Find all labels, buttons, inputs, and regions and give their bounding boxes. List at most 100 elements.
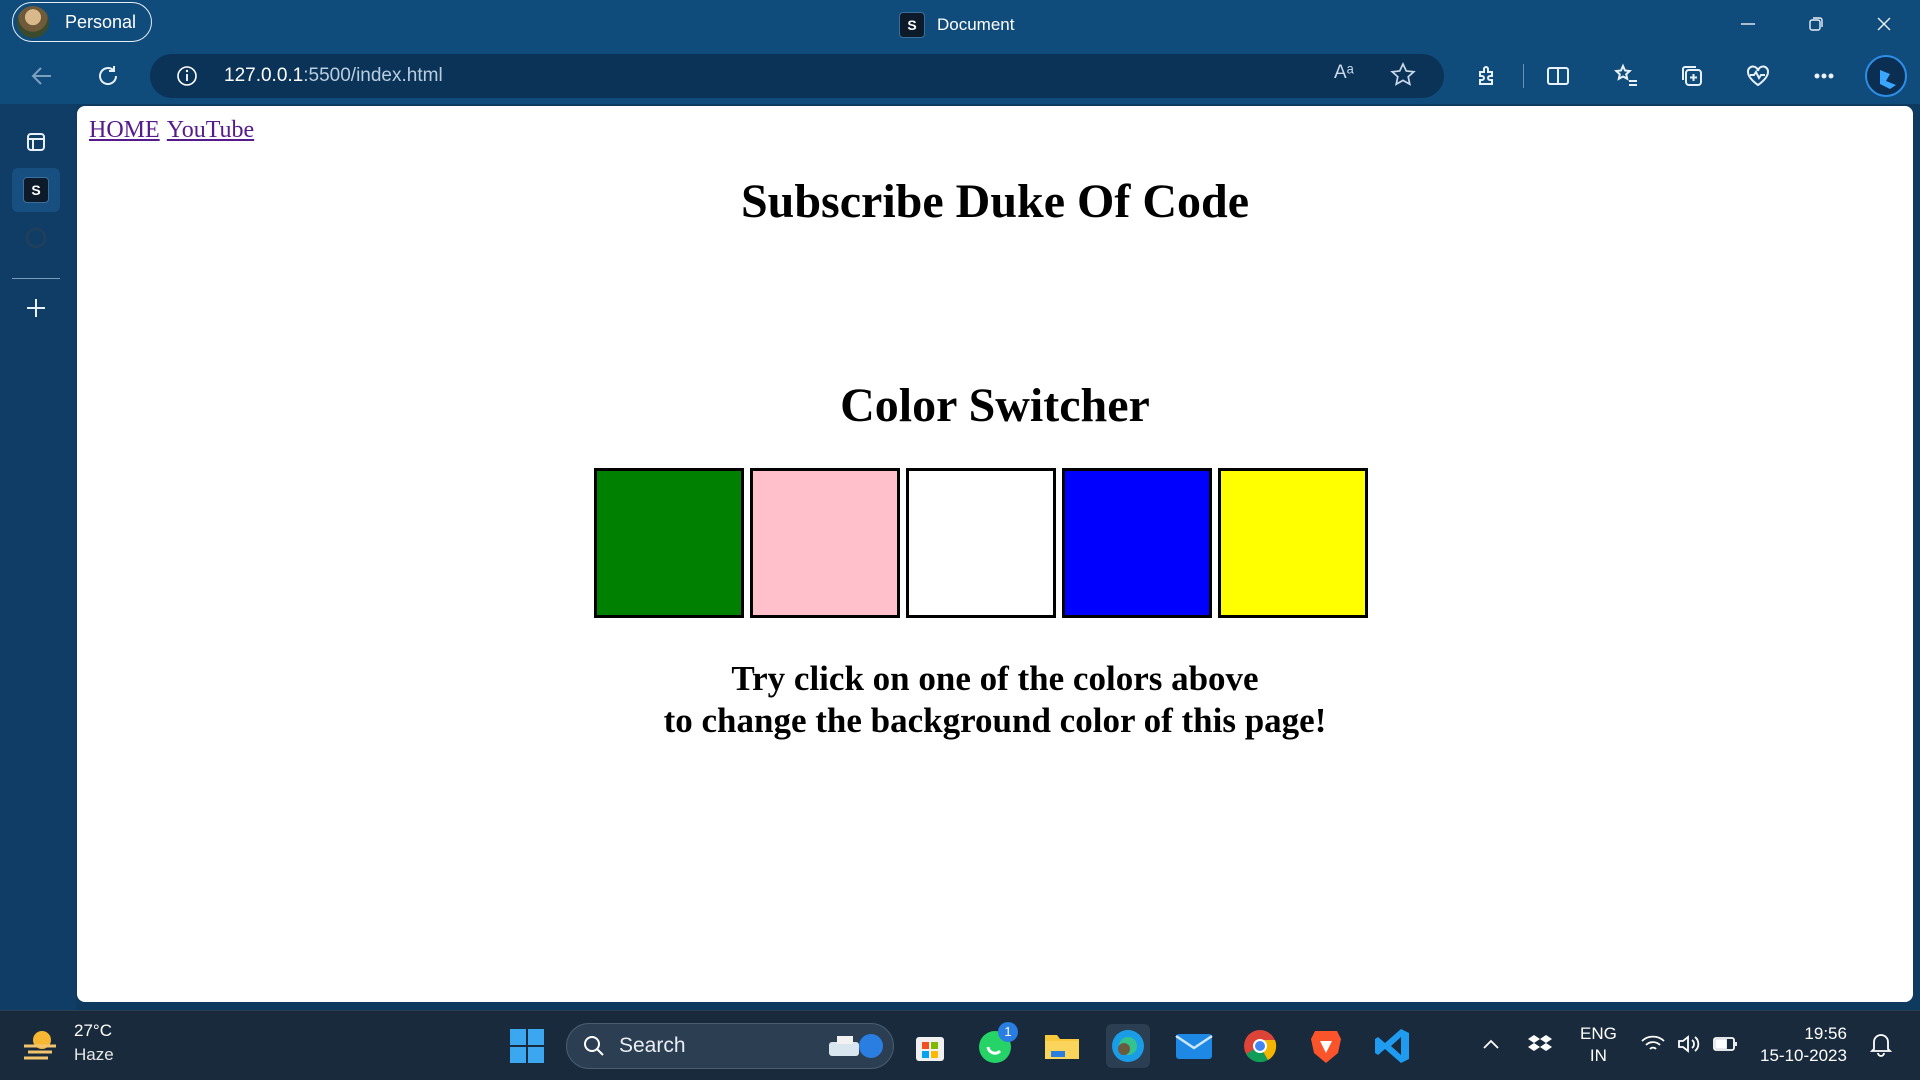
dropbox-icon bbox=[1528, 1035, 1552, 1051]
weather-condition: Haze bbox=[74, 1045, 114, 1064]
minimize-icon bbox=[1741, 23, 1755, 25]
taskbar-search[interactable]: Search bbox=[566, 1023, 894, 1069]
url-host: 127.0.0.1 bbox=[224, 65, 304, 86]
chevron-up-icon bbox=[1483, 1039, 1499, 1049]
settings-more-button[interactable] bbox=[1806, 58, 1842, 94]
clock[interactable]: 19:56 15-10-2023 bbox=[1760, 1023, 1847, 1067]
brave-lion-icon bbox=[1311, 1031, 1341, 1063]
whatsapp-button[interactable]: 1 bbox=[974, 1022, 1018, 1068]
new-tab-button[interactable] bbox=[12, 286, 60, 330]
battery-icon bbox=[1713, 1037, 1737, 1051]
notification-badge: 1 bbox=[998, 1022, 1018, 1042]
file-explorer-button[interactable] bbox=[1040, 1024, 1084, 1068]
url-path: :5500/index.html bbox=[303, 65, 443, 86]
show-hidden-icons-button[interactable] bbox=[1480, 1033, 1502, 1060]
instructions-line-2: to change the background color of this p… bbox=[663, 701, 1327, 740]
active-tab[interactable]: S Document bbox=[899, 12, 1014, 38]
swatch-pink[interactable] bbox=[750, 468, 900, 618]
web-content: HOME YouTube Subscribe Duke Of Code Colo… bbox=[77, 106, 1913, 1002]
store-icon bbox=[916, 1037, 944, 1061]
profile-label: Personal bbox=[65, 11, 137, 32]
folder-icon bbox=[1045, 1035, 1079, 1059]
close-button[interactable] bbox=[1850, 0, 1918, 48]
tab-actions-icon bbox=[27, 133, 45, 151]
instructions-text: Try click on one of the colors above to … bbox=[77, 658, 1913, 742]
vertical-tabs-sidebar: S bbox=[0, 104, 76, 1010]
windows-logo-icon bbox=[510, 1029, 544, 1063]
site-info-icon[interactable] bbox=[176, 65, 198, 87]
start-button[interactable] bbox=[505, 1024, 549, 1068]
site-favicon: S bbox=[23, 177, 49, 203]
read-aloud-icon[interactable]: Aᵃ bbox=[1334, 62, 1354, 84]
minimize-button[interactable] bbox=[1714, 0, 1782, 48]
tab-actions-button[interactable] bbox=[12, 120, 60, 164]
sidebar-tab-document[interactable]: S bbox=[12, 168, 60, 212]
collections-icon bbox=[1682, 66, 1702, 86]
more-dots-icon bbox=[1814, 73, 1834, 79]
mail-button[interactable] bbox=[1172, 1024, 1216, 1068]
split-screen-button[interactable] bbox=[1540, 58, 1576, 94]
back-arrow-icon bbox=[31, 67, 51, 85]
close-icon bbox=[1877, 17, 1891, 31]
back-button[interactable] bbox=[24, 58, 60, 94]
edge-taskbar-button[interactable] bbox=[1106, 1024, 1150, 1068]
search-label: Search bbox=[619, 1034, 686, 1057]
notifications-button[interactable] bbox=[1868, 1031, 1894, 1062]
volume-button[interactable] bbox=[1676, 1033, 1702, 1060]
page-title: Subscribe Duke Of Code bbox=[740, 175, 1250, 228]
region-code: IN bbox=[1589, 1046, 1607, 1065]
favorite-star-icon[interactable] bbox=[1390, 62, 1416, 88]
edge-icon bbox=[1112, 1030, 1144, 1062]
taskbar: 27°C Haze Search 1 ENG IN 19:56 15-10-20… bbox=[0, 1010, 1920, 1080]
swatch-green[interactable] bbox=[594, 468, 744, 618]
clock-date: 15-10-2023 bbox=[1760, 1046, 1847, 1065]
haze-weather-icon bbox=[24, 1031, 56, 1060]
chrome-button[interactable] bbox=[1238, 1024, 1282, 1068]
url-text[interactable]: 127.0.0.1:5500/index.html bbox=[224, 65, 443, 87]
search-icon bbox=[584, 1036, 604, 1056]
copilot-button[interactable] bbox=[1864, 54, 1908, 98]
bell-icon bbox=[1869, 1034, 1893, 1057]
color-swatches bbox=[594, 468, 1368, 618]
title-bar: Personal S Document bbox=[0, 0, 1920, 48]
extensions-button[interactable] bbox=[1470, 58, 1506, 94]
mail-icon bbox=[1175, 1034, 1213, 1059]
toolbar-divider bbox=[1523, 64, 1524, 88]
home-link[interactable]: HOME bbox=[89, 117, 160, 143]
swatch-blue[interactable] bbox=[1062, 468, 1212, 618]
search-highlight-icon bbox=[829, 1034, 883, 1058]
clock-time: 19:56 bbox=[1804, 1024, 1847, 1043]
address-bar[interactable]: 127.0.0.1:5500/index.html Aᵃ bbox=[150, 54, 1444, 98]
profile-button[interactable]: Personal bbox=[12, 2, 152, 42]
split-screen-icon bbox=[1547, 67, 1569, 85]
collections-button[interactable] bbox=[1674, 58, 1710, 94]
site-favicon: S bbox=[899, 12, 925, 38]
network-button[interactable] bbox=[1640, 1033, 1666, 1060]
browser-essentials-button[interactable] bbox=[1740, 58, 1776, 94]
restore-button[interactable] bbox=[1782, 0, 1850, 48]
language-indicator[interactable]: ENG IN bbox=[1580, 1023, 1617, 1067]
battery-button[interactable] bbox=[1712, 1033, 1740, 1060]
youtube-link[interactable]: YouTube bbox=[167, 117, 254, 143]
brave-button[interactable] bbox=[1304, 1024, 1348, 1068]
swatch-white[interactable] bbox=[906, 468, 1056, 618]
vscode-button[interactable] bbox=[1370, 1024, 1414, 1068]
sidebar-divider bbox=[12, 278, 60, 279]
swatch-yellow[interactable] bbox=[1218, 468, 1368, 618]
weather-temperature: 27°C bbox=[74, 1021, 112, 1040]
profile-avatar bbox=[17, 6, 49, 38]
language-code: ENG bbox=[1580, 1024, 1617, 1043]
navigation-bar: 127.0.0.1:5500/index.html Aᵃ bbox=[0, 48, 1920, 104]
refresh-button[interactable] bbox=[90, 58, 126, 94]
instructions-line-1: Try click on one of the colors above bbox=[731, 659, 1259, 698]
speaker-icon bbox=[1678, 1035, 1700, 1053]
sidebar-tab-github[interactable] bbox=[12, 216, 60, 260]
microsoft-store-button[interactable] bbox=[908, 1024, 952, 1068]
favorites-button[interactable] bbox=[1608, 58, 1644, 94]
github-icon bbox=[25, 227, 47, 249]
restore-icon bbox=[1809, 17, 1823, 31]
weather-widget[interactable]: 27°C Haze bbox=[20, 1021, 114, 1065]
plus-icon bbox=[27, 299, 45, 317]
dropbox-tray-button[interactable] bbox=[1528, 1033, 1552, 1060]
chrome-icon bbox=[1244, 1030, 1277, 1063]
